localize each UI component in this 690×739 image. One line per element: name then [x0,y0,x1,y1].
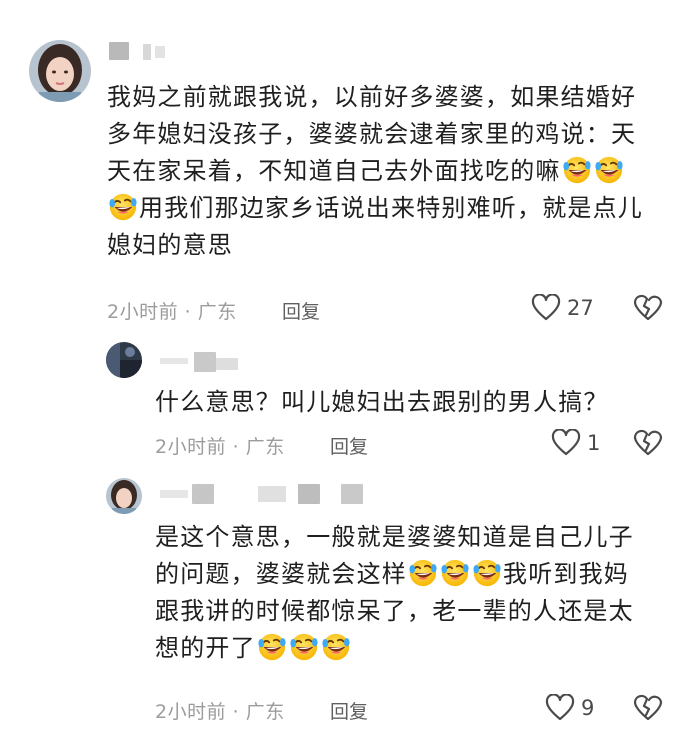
comment-line: 是这个意思，一般就是婆婆知道是自己儿子 [155,523,634,551]
username-blurred[interactable] [143,44,151,60]
comment-time-location: 2小时前 · 广东 [155,436,285,458]
comment-line: 什么意思？叫儿媳妇出去跟别的男人搞？ [155,388,609,416]
heart-outline-icon [545,694,575,721]
rofl-emoji-icon [408,558,438,588]
username-blurred[interactable] [341,484,363,504]
avatar[interactable] [29,40,91,102]
comment-line: 用我们那边家乡话说出来特别难听，就是点儿 [107,190,677,227]
comment-line-text: 的问题，婆婆就会这样 [155,560,407,588]
rofl-emoji-icon [289,632,319,662]
rofl-emoji-icon [257,632,287,662]
rofl-emoji-icon [472,558,502,588]
username-blurred[interactable] [298,484,320,504]
broken-heart-icon [633,429,663,456]
rofl-emoji-icon [562,155,592,185]
comment-1: 我妈之前就跟我说，以前好多婆婆，如果结婚好 多年媳妇没孩子，婆婆就会逮着家里的鸡… [0,0,690,330]
avatar[interactable] [106,478,142,514]
reply-comment-2: 是这个意思，一般就是婆婆知道是自己儿子 的问题，婆婆就会这样 我听到我妈 跟我讲的… [0,470,690,739]
reply-comment-1: 什么意思？叫儿媳妇出去跟别的男人搞？ 2小时前 · 广东 回复 1 [0,330,690,470]
comment-line: 我妈之前就跟我说，以前好多婆婆，如果结婚好 [107,83,637,111]
reply-button[interactable]: 回复 [330,432,368,459]
rofl-emoji-icon [321,632,351,662]
username-blurred[interactable] [216,358,238,370]
comment-line-text: 想的开了 [155,634,256,662]
comment-time-location: 2小时前 · 广东 [155,701,285,723]
heart-outline-icon [551,429,581,456]
comment-text: 是这个意思，一般就是婆婆知道是自己儿子 的问题，婆婆就会这样 我听到我妈 跟我讲的… [155,519,675,667]
comment-text: 什么意思？叫儿媳妇出去跟别的男人搞？ [155,384,675,421]
comment-line: 多年媳妇没孩子，婆婆就会逮着家里的鸡说：天 [107,120,637,148]
rofl-emoji-icon [108,192,138,222]
comment-line-text: 我听到我妈 [503,560,629,588]
dislike-button[interactable] [633,294,663,326]
dislike-button[interactable] [633,429,663,461]
username-blurred[interactable] [155,46,165,58]
like-count: 9 [581,696,595,720]
username-blurred[interactable] [258,486,286,502]
like-button[interactable]: 1 [551,429,600,457]
like-button[interactable]: 9 [545,694,594,722]
broken-heart-icon [633,694,663,721]
dislike-button[interactable] [633,694,663,726]
comment-line: 天在家呆着，不知道自己去外面找吃的嘛 [107,153,677,190]
rofl-emoji-icon [440,558,470,588]
like-count: 1 [587,431,601,455]
like-button[interactable]: 27 [531,294,594,322]
comment-line: 想的开了 [155,630,675,667]
username-blurred[interactable] [160,490,188,498]
username-blurred[interactable] [194,352,216,372]
comment-line: 媳妇的意思 [107,231,233,259]
avatar[interactable] [106,342,142,378]
username-blurred[interactable] [109,42,129,60]
rofl-emoji-icon [594,155,624,185]
comment-line-text: 天在家呆着，不知道自己去外面找吃的嘛 [107,157,561,185]
comment-text: 我妈之前就跟我说，以前好多婆婆，如果结婚好 多年媳妇没孩子，婆婆就会逮着家里的鸡… [107,79,677,264]
comment-time-location: 2小时前 · 广东 [107,301,237,323]
broken-heart-icon [633,294,663,321]
like-count: 27 [567,296,594,320]
comment-line: 的问题，婆婆就会这样 我听到我妈 [155,556,675,593]
reply-button[interactable]: 回复 [282,297,320,324]
username-blurred[interactable] [192,484,214,504]
comment-line: 跟我讲的时候都惊呆了，老一辈的人还是太 [155,597,634,625]
username-blurred[interactable] [160,358,188,364]
heart-outline-icon [531,294,561,321]
reply-button[interactable]: 回复 [330,697,368,724]
comment-line-text: 用我们那边家乡话说出来特别难听，就是点儿 [139,194,643,222]
